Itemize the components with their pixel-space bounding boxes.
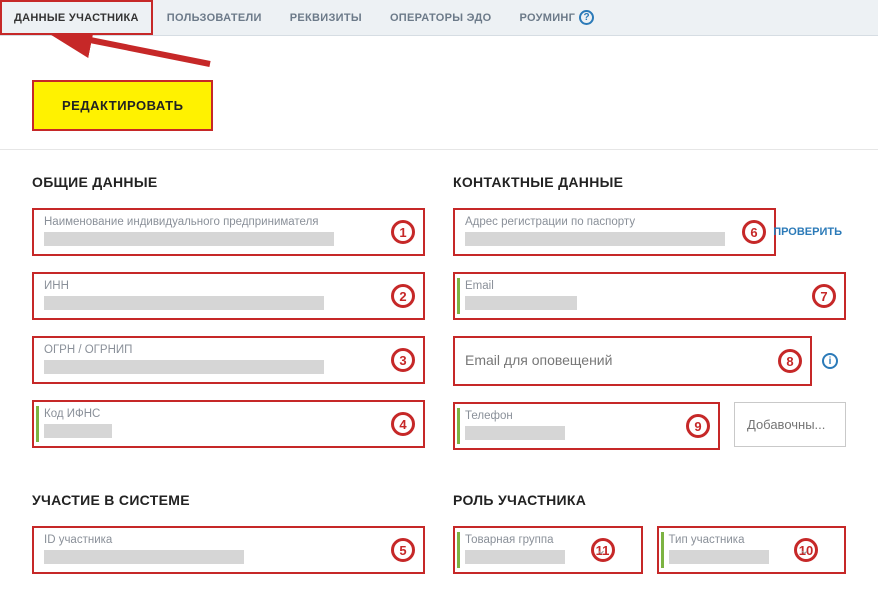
- field-label: Email для оповещений: [465, 352, 800, 368]
- chevron-down-icon: ⌄: [799, 542, 810, 558]
- redacted-value: [465, 550, 565, 564]
- form-columns-top: ОБЩИЕ ДАННЫЕ Наименование индивидуальног…: [0, 150, 878, 484]
- role-row: Товарная группа 11 ⌄ Тип участника 10 ⌄: [453, 526, 846, 574]
- annotation-badge-9: 9: [686, 414, 710, 438]
- field-label: Email: [465, 280, 834, 292]
- field-entrepreneur-name[interactable]: Наименование индивидуального предпринима…: [32, 208, 425, 256]
- section-title-role: РОЛЬ УЧАСТНИКА: [453, 492, 846, 508]
- tab-requisites[interactable]: РЕКВИЗИТЫ: [276, 0, 376, 35]
- section-title-general: ОБЩИЕ ДАННЫЕ: [32, 174, 425, 190]
- tab-label: ОПЕРАТОРЫ ЭДО: [390, 12, 492, 24]
- field-label: ИНН: [44, 280, 413, 292]
- annotation-badge-1: 1: [391, 220, 415, 244]
- field-inn[interactable]: ИНН 2: [32, 272, 425, 320]
- annotation-badge-7: 7: [812, 284, 836, 308]
- arrow-icon: [40, 34, 220, 82]
- redacted-value: [465, 426, 565, 440]
- button-label: РЕДАКТИРОВАТЬ: [62, 98, 183, 113]
- accent-bar: [457, 532, 460, 568]
- col-system: УЧАСТИЕ В СИСТЕМЕ ID участника 5: [32, 492, 425, 590]
- redacted-value: [44, 232, 334, 246]
- accent-bar: [661, 532, 664, 568]
- field-phone-extension[interactable]: [734, 402, 846, 447]
- redacted-value: [44, 424, 112, 438]
- field-participant-type[interactable]: Тип участника 10 ⌄: [657, 526, 847, 574]
- field-label: Наименование индивидуального предпринима…: [44, 216, 413, 228]
- field-ifns-code[interactable]: Код ИФНС 4: [32, 400, 425, 448]
- field-label: Адрес регистрации по паспорту: [465, 216, 764, 228]
- section-title-contact: КОНТАКТНЫЕ ДАННЫЕ: [453, 174, 846, 190]
- form-columns-bottom: УЧАСТИЕ В СИСТЕМЕ ID участника 5 РОЛЬ УЧ…: [0, 484, 878, 610]
- field-ogrn[interactable]: ОГРН / ОГРНИП 3: [32, 336, 425, 384]
- redacted-value: [44, 550, 244, 564]
- accent-bar: [36, 406, 39, 442]
- annotation-badge-6: 6: [742, 220, 766, 244]
- field-label: ID участника: [44, 534, 413, 546]
- tab-label: ПОЛЬЗОВАТЕЛИ: [167, 12, 262, 24]
- tab-roaming[interactable]: РОУМИНГ ?: [506, 0, 609, 35]
- redacted-value: [465, 232, 725, 246]
- tab-edo-operators[interactable]: ОПЕРАТОРЫ ЭДО: [376, 0, 506, 35]
- field-participant-id[interactable]: ID участника 5: [32, 526, 425, 574]
- chevron-down-icon: ⌄: [596, 542, 607, 558]
- accent-bar: [457, 408, 460, 444]
- field-registration-address[interactable]: Адрес регистрации по паспорту 6 ПРОВЕРИТ…: [453, 208, 776, 256]
- annotation-arrow: [0, 36, 878, 72]
- redacted-value: [44, 296, 324, 310]
- tab-label: РОУМИНГ: [520, 12, 576, 24]
- verify-link[interactable]: ПРОВЕРИТЬ: [773, 226, 842, 238]
- field-label: Код ИФНС: [44, 408, 413, 420]
- accent-bar: [457, 278, 460, 314]
- tab-participant-data[interactable]: ДАННЫЕ УЧАСТНИКА: [0, 0, 153, 35]
- field-notification-email[interactable]: Email для оповещений 8 i: [453, 336, 812, 386]
- edit-button[interactable]: РЕДАКТИРОВАТЬ: [32, 80, 213, 131]
- info-icon[interactable]: i: [822, 353, 838, 369]
- annotation-badge-5: 5: [391, 538, 415, 562]
- tab-bar: ДАННЫЕ УЧАСТНИКА ПОЛЬЗОВАТЕЛИ РЕКВИЗИТЫ …: [0, 0, 878, 36]
- help-icon[interactable]: ?: [579, 10, 594, 25]
- tab-users[interactable]: ПОЛЬЗОВАТЕЛИ: [153, 0, 276, 35]
- annotation-badge-8: 8: [778, 349, 802, 373]
- annotation-badge-2: 2: [391, 284, 415, 308]
- redacted-value: [465, 296, 577, 310]
- annotation-badge-3: 3: [391, 348, 415, 372]
- field-phone[interactable]: Телефон 9: [453, 402, 720, 450]
- col-contact: КОНТАКТНЫЕ ДАННЫЕ Адрес регистрации по п…: [453, 174, 846, 464]
- redacted-value: [44, 360, 324, 374]
- field-product-group[interactable]: Товарная группа 11 ⌄: [453, 526, 643, 574]
- redacted-value: [669, 550, 769, 564]
- col-general: ОБЩИЕ ДАННЫЕ Наименование индивидуальног…: [32, 174, 425, 464]
- annotation-badge-4: 4: [391, 412, 415, 436]
- tab-label: ДАННЫЕ УЧАСТНИКА: [14, 12, 139, 24]
- section-title-system: УЧАСТИЕ В СИСТЕМЕ: [32, 492, 425, 508]
- col-role: РОЛЬ УЧАСТНИКА Товарная группа 11 ⌄ Тип …: [453, 492, 846, 590]
- field-email[interactable]: Email 7: [453, 272, 846, 320]
- phone-row: Телефон 9: [453, 402, 846, 450]
- edit-button-container: РЕДАКТИРОВАТЬ: [0, 72, 878, 149]
- field-label: ОГРН / ОГРНИП: [44, 344, 413, 356]
- field-label: Телефон: [465, 410, 708, 422]
- tab-label: РЕКВИЗИТЫ: [290, 12, 362, 24]
